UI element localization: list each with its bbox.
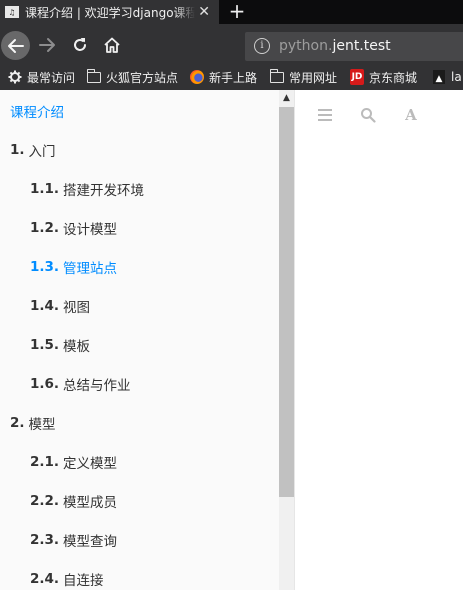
toc-number: 1.1. <box>30 180 60 197</box>
bookmarks-bar: 最常访问 火狐官方站点 新手上路 常用网址 JD 京东商城 ▲ la <box>0 64 463 90</box>
toc-item-1-5[interactable]: 1.5. 模板 <box>0 325 278 364</box>
toc-label: 总结与作业 <box>63 377 131 394</box>
toc-number: 1.4. <box>30 297 60 314</box>
toc-number: 1.3. <box>30 258 60 275</box>
toc-label: 模型查询 <box>63 533 118 550</box>
url-text: python.jent.test <box>279 38 391 54</box>
bookmark-getting-started[interactable]: 新手上路 <box>190 68 257 86</box>
toc-item-2-1[interactable]: 2.1. 定义模型 <box>0 442 278 481</box>
toc-item-2-2[interactable]: 2.2. 模型成员 <box>0 481 278 520</box>
toc-item-1-2[interactable]: 1.2. 设计模型 <box>0 208 278 247</box>
toc-number: 1.5. <box>30 336 60 353</box>
font-settings-button[interactable]: A <box>401 106 421 124</box>
toc-label: 入门 <box>28 143 56 160</box>
bookmark-label: 火狐官方站点 <box>106 70 179 85</box>
hamburger-icon <box>318 109 332 121</box>
sidebar-scrollbar[interactable]: ▲ <box>279 90 294 590</box>
bookmark-most-visited[interactable]: 最常访问 <box>8 68 75 86</box>
toc-number: 1.6. <box>30 375 60 392</box>
toc-number: 2.4. <box>30 570 60 587</box>
bookmark-jd[interactable]: JD 京东商城 <box>350 68 417 86</box>
toc-label: 管理站点 <box>63 260 118 277</box>
toc-number: 1.2. <box>30 219 60 236</box>
toc-item-1-3[interactable]: 1.3. 管理站点 <box>0 247 278 286</box>
toc-item-2-3[interactable]: 2.3. 模型查询 <box>0 520 278 559</box>
book-favicon-icon: ♫ <box>5 6 19 18</box>
folder-icon <box>269 68 284 84</box>
gear-icon <box>8 70 22 84</box>
close-icon[interactable]: ✕ <box>198 3 210 21</box>
toc-item-intro[interactable]: 课程介绍 <box>0 91 278 130</box>
toc-label: 模型成员 <box>63 494 118 511</box>
toc-label: 课程介绍 <box>10 104 64 121</box>
toggle-sidebar-button[interactable] <box>315 106 335 124</box>
bookmark-label: la <box>451 70 462 84</box>
tab-title: 课程介绍 | 欢迎学习django课程 <box>25 5 195 20</box>
toc-number: 2.1. <box>30 453 60 470</box>
bookmark-icon: ▲ <box>432 70 446 84</box>
toc-label: 自连接 <box>63 572 104 589</box>
bookmark-label: 最常访问 <box>27 70 76 85</box>
search-button[interactable] <box>358 106 378 124</box>
jd-icon: JD <box>350 69 364 85</box>
scroll-up-arrow-icon[interactable]: ▲ <box>279 90 294 106</box>
reload-button[interactable] <box>69 34 91 56</box>
active-tab[interactable]: ♫ 课程介绍 | 欢迎学习django课程 ✕ <box>0 0 219 24</box>
toc-item-1-4[interactable]: 1.4. 视图 <box>0 286 278 325</box>
tab-strip: ♫ 课程介绍 | 欢迎学习django课程 ✕ + <box>0 0 463 24</box>
bookmark-label: 常用网址 <box>289 70 338 85</box>
folder-icon <box>86 68 101 84</box>
bookmark-firefox-site[interactable]: 火狐官方站点 <box>86 68 179 86</box>
home-button[interactable] <box>101 34 123 56</box>
toc-number: 2.2. <box>30 492 60 509</box>
back-button[interactable] <box>1 31 30 60</box>
forward-button[interactable] <box>36 34 58 56</box>
url-domain: jent.test <box>332 38 391 54</box>
search-icon <box>361 108 376 123</box>
toc-number: 2. <box>10 414 25 431</box>
firefox-icon <box>190 70 204 84</box>
toc-item-1-1[interactable]: 1.1. 搭建开发环境 <box>0 169 278 208</box>
url-prefix: python. <box>279 38 333 54</box>
toc-label: 设计模型 <box>63 221 118 238</box>
navigation-toolbar: i python.jent.test <box>0 24 463 64</box>
bookmark-label: 新手上路 <box>209 70 258 85</box>
toc-label: 视图 <box>63 299 91 316</box>
toc-number: 1. <box>10 141 25 158</box>
toc-item-1-6[interactable]: 1.6. 总结与作业 <box>0 364 278 403</box>
toc-item-2-4[interactable]: 2.4. 自连接 <box>0 559 278 590</box>
toc-label: 定义模型 <box>63 455 118 472</box>
bookmark-common-sites[interactable]: 常用网址 <box>269 68 338 86</box>
back-arrow-icon <box>7 38 24 53</box>
home-icon <box>104 37 120 53</box>
book-main: A <box>295 90 463 590</box>
info-icon[interactable]: i <box>254 38 270 54</box>
reload-icon <box>74 38 86 51</box>
scroll-thumb[interactable] <box>279 107 294 497</box>
forward-arrow-icon <box>39 38 55 52</box>
url-bar[interactable]: i python.jent.test <box>245 32 463 61</box>
toc-item-2[interactable]: 2. 模型 <box>0 403 278 442</box>
toc-label: 搭建开发环境 <box>63 182 145 199</box>
new-tab-button[interactable]: + <box>227 0 247 24</box>
bookmark-la[interactable]: ▲ la <box>432 68 462 86</box>
toc-item-1[interactable]: 1. 入门 <box>0 130 278 169</box>
toc-label: 模板 <box>63 338 91 355</box>
page-content: 课程介绍 1. 入门 1.1. 搭建开发环境 1.2. 设计模型 1.3. 管理站点 1… <box>0 90 463 590</box>
toc-label: 模型 <box>28 416 56 433</box>
bookmark-label: 京东商城 <box>369 70 418 85</box>
toc-number: 2.3. <box>30 531 60 548</box>
toc-sidebar: 课程介绍 1. 入门 1.1. 搭建开发环境 1.2. 设计模型 1.3. 管理站点 1… <box>0 90 280 590</box>
